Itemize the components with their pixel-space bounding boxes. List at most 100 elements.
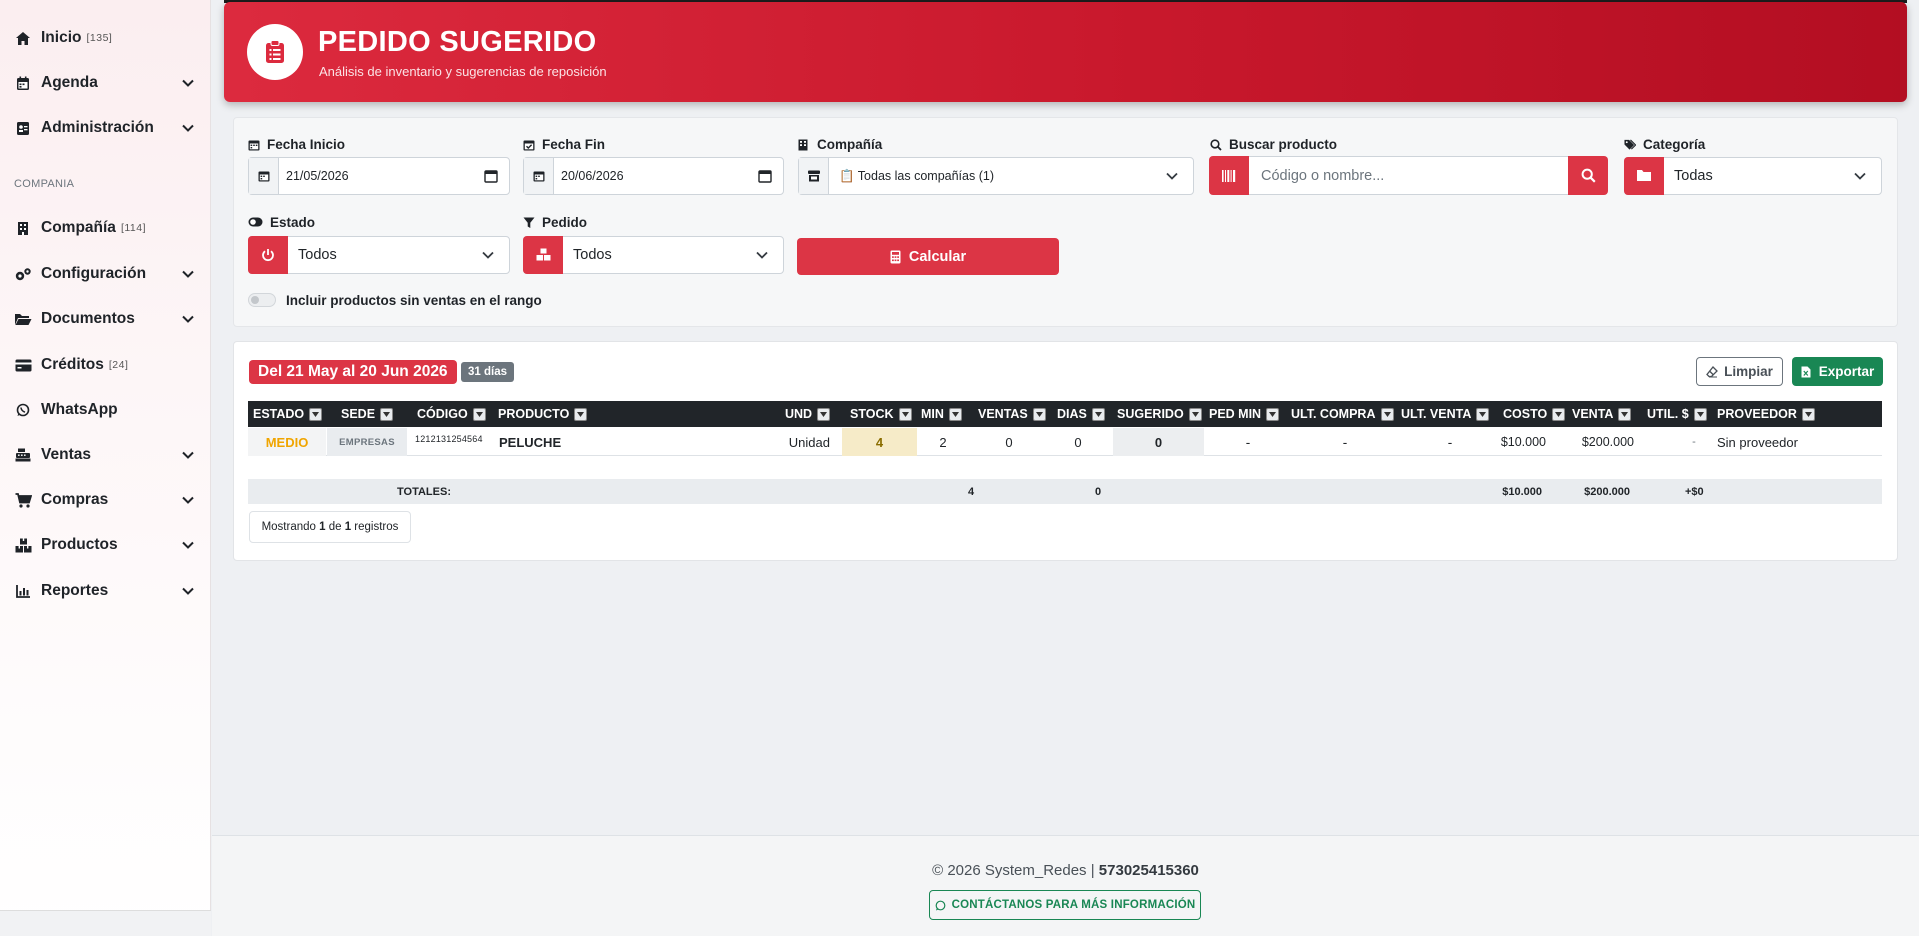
filter-dropdown-icon[interactable]	[574, 407, 588, 421]
gears-icon	[14, 265, 32, 283]
building-icon	[14, 219, 32, 237]
column-header-ult-venta[interactable]: ULT. VENTA	[1401, 401, 1490, 427]
filter-dropdown-icon[interactable]	[1188, 407, 1202, 421]
sidebar-item-configuracion[interactable]: Configuración	[0, 254, 211, 294]
sidebar-item-documentos[interactable]: Documentos	[0, 299, 211, 339]
column-header-dias[interactable]: DIAS	[1057, 401, 1105, 427]
sidebar-item-inicio[interactable]: Inicio [135]	[0, 18, 211, 58]
search-input[interactable]: Código o nombre...	[1249, 156, 1568, 195]
column-header-ventas[interactable]: VENTAS	[978, 401, 1046, 427]
fecha-inicio-input[interactable]: 21/05/2026	[248, 157, 510, 195]
filter-dropdown-icon[interactable]	[380, 407, 394, 421]
cell-codigo: 1212131254564	[415, 434, 483, 444]
days-badge: 31 días	[461, 362, 514, 382]
cell-sugerido: 0	[1113, 428, 1204, 456]
chevron-down-icon	[181, 448, 195, 462]
filter-icon	[523, 217, 535, 229]
chevron-down-icon	[1165, 169, 1179, 183]
tags-icon	[1624, 139, 1636, 151]
sidebar-item-ventas[interactable]: Ventas	[0, 435, 211, 475]
sidebar-item-whatsapp[interactable]: WhatsApp	[0, 390, 211, 430]
column-header-estado[interactable]: ESTADO	[253, 401, 323, 427]
fecha-fin-input[interactable]: 20/06/2026	[523, 157, 784, 195]
filter-dropdown-icon[interactable]	[1476, 407, 1490, 421]
column-header-sede[interactable]: SEDE	[341, 401, 394, 427]
filter-dropdown-icon[interactable]	[1380, 407, 1394, 421]
credit-card-icon	[14, 356, 32, 374]
column-header-codigo[interactable]: CÓDIGO	[417, 401, 486, 427]
table-totals: TOTALES: 4 0 $10.000 $200.000 +$0	[248, 479, 1882, 504]
sidebar-item-productos[interactable]: Productos	[0, 525, 211, 565]
sidebar-item-compras[interactable]: Compras	[0, 480, 211, 520]
pedido-label-text: Pedido	[542, 215, 588, 230]
calendar-picker-icon[interactable]	[758, 169, 772, 183]
fecha-fin-label-text: Fecha Fin	[542, 137, 606, 152]
filter-dropdown-icon[interactable]	[1266, 407, 1280, 421]
calculator-icon	[890, 250, 901, 264]
copyright: © 2026 System_Redes | 573025415360	[212, 862, 1919, 879]
buscar-label-text: Buscar producto	[1229, 137, 1338, 152]
barcode-icon	[1209, 156, 1249, 195]
filter-dropdown-icon[interactable]	[1552, 407, 1566, 421]
column-header-und[interactable]: UND	[785, 401, 831, 427]
filter-dropdown-icon[interactable]	[1693, 407, 1707, 421]
sidebar-item-administracion[interactable]: Administración	[0, 108, 211, 148]
filter-dropdown-icon[interactable]	[1032, 407, 1046, 421]
chevron-down-icon	[481, 248, 495, 262]
table-row[interactable]: MEDIO EMPRESAS 1212131254564 PELUCHE Uni…	[248, 428, 1882, 456]
boxes-icon	[14, 536, 32, 554]
incluir-sin-ventas-toggle[interactable]	[248, 293, 276, 307]
filter-dropdown-icon[interactable]	[472, 407, 486, 421]
column-header-costo[interactable]: COSTO	[1503, 401, 1566, 427]
sidebar-item-reportes[interactable]: Reportes	[0, 571, 211, 611]
categoria-label-text: Categoría	[1643, 137, 1706, 152]
totals-venta: $200.000	[1584, 485, 1630, 498]
limpiar-label: Limpiar	[1724, 364, 1773, 379]
search-button[interactable]	[1568, 156, 1608, 195]
store-icon	[799, 158, 829, 194]
column-header-sugerido[interactable]: SUGERIDO	[1117, 401, 1202, 427]
sidebar-item-label: Reportes	[41, 582, 109, 599]
sidebar-item-agenda[interactable]: Agenda	[0, 63, 211, 103]
filter-dropdown-icon[interactable]	[1801, 407, 1815, 421]
filter-dropdown-icon[interactable]	[309, 407, 323, 421]
exportar-button[interactable]: Exportar	[1792, 357, 1883, 386]
calendar-picker-icon[interactable]	[484, 169, 498, 183]
compania-label-text: Compañía	[817, 137, 883, 152]
column-header-min[interactable]: MIN	[921, 401, 962, 427]
estado-value: Todos	[298, 247, 337, 263]
column-header-proveedor[interactable]: PROVEEDOR	[1717, 401, 1815, 427]
contact-label: CONTÁCTANOS PARA MÁS INFORMACIÓN	[951, 899, 1196, 911]
column-header-venta[interactable]: VENTA	[1572, 401, 1632, 427]
sidebar-item-compania[interactable]: Compañía [114]	[0, 208, 211, 248]
cell-min: 2	[939, 434, 947, 450]
toggle-icon	[248, 217, 263, 229]
compania-select[interactable]: 📋 Todas las compañías (1)	[798, 157, 1194, 195]
column-header-stock[interactable]: STOCK	[850, 401, 912, 427]
chevron-down-icon	[755, 248, 769, 262]
filter-dropdown-icon[interactable]	[1618, 407, 1632, 421]
home-icon	[14, 29, 32, 47]
column-header-producto[interactable]: PRODUCTO	[498, 401, 588, 427]
filter-dropdown-icon[interactable]	[1091, 407, 1105, 421]
filter-dropdown-icon[interactable]	[817, 407, 831, 421]
calcular-button[interactable]: Calcular	[797, 238, 1059, 275]
filter-dropdown-icon[interactable]	[948, 407, 962, 421]
column-header-label: MIN	[921, 407, 944, 421]
contact-button[interactable]: CONTÁCTANOS PARA MÁS INFORMACIÓN	[929, 890, 1201, 920]
pedido-select[interactable]: Todos	[523, 235, 784, 274]
categoria-select[interactable]: Todas	[1624, 156, 1882, 195]
building-icon	[798, 139, 810, 151]
estado-select[interactable]: Todos	[248, 235, 510, 274]
sidebar-item-label: Inicio	[41, 29, 82, 46]
column-header-label: SUGERIDO	[1117, 407, 1184, 421]
calendar-icon	[524, 158, 554, 194]
column-header-util[interactable]: UTIL. $	[1647, 401, 1707, 427]
limpiar-button[interactable]: Limpiar	[1696, 357, 1783, 386]
column-header-ult-compra[interactable]: ULT. COMPRA	[1291, 401, 1394, 427]
column-header-ped-min[interactable]: PED MIN	[1209, 401, 1280, 427]
sidebar-item-creditos[interactable]: Créditos [24]	[0, 345, 211, 385]
buscar-label: Buscar producto	[1210, 137, 1337, 152]
filter-dropdown-icon[interactable]	[898, 407, 912, 421]
compania-label: Compañía	[798, 137, 882, 152]
